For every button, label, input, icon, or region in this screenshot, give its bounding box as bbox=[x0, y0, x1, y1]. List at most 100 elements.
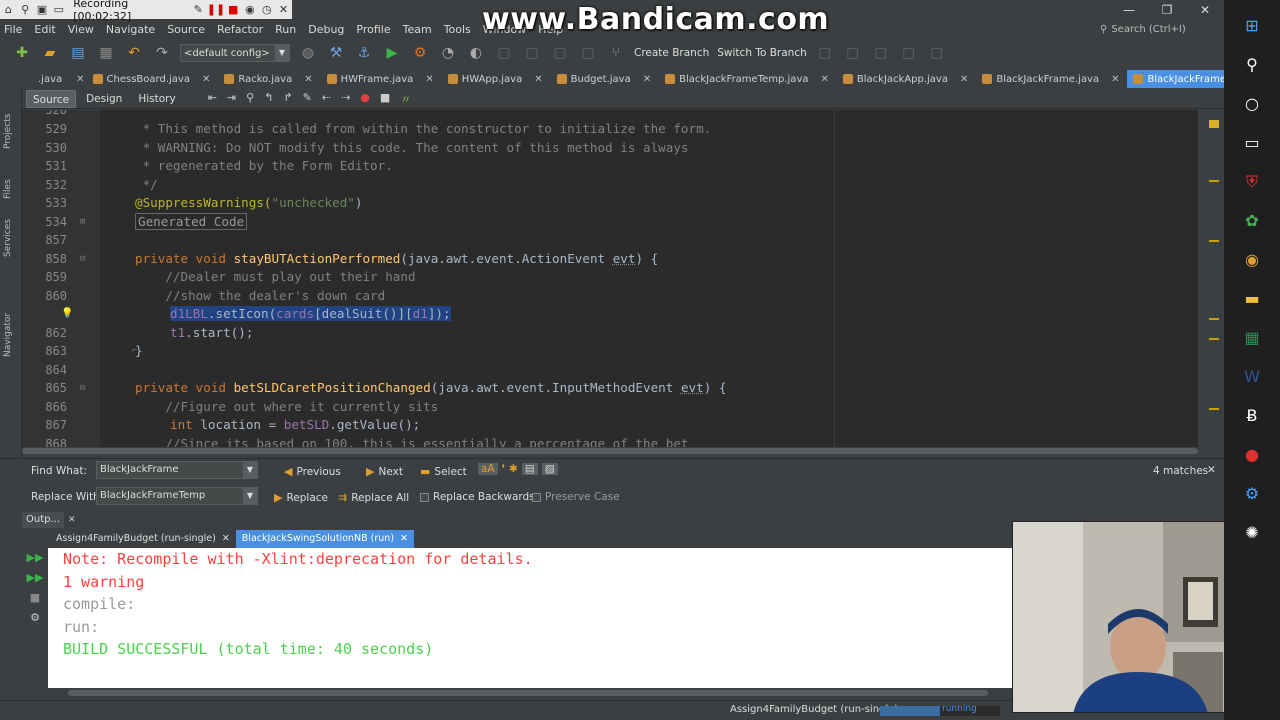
menu-debug[interactable]: Debug bbox=[308, 23, 344, 36]
shift-right-icon[interactable]: ⇢ bbox=[341, 91, 350, 107]
pause-icon[interactable]: ❚❚ bbox=[207, 3, 225, 16]
output-tab[interactable]: Outp... bbox=[22, 512, 65, 528]
git-action-icon-3[interactable]: ▢ bbox=[871, 43, 891, 63]
home-icon[interactable]: ⌂ bbox=[0, 3, 17, 16]
menu-refactor[interactable]: Refactor bbox=[217, 23, 263, 36]
open-project-icon[interactable]: ▤ bbox=[68, 43, 88, 63]
minimize-icon[interactable]: — bbox=[1110, 0, 1148, 20]
code-editor[interactable]: 528 529 * This method is called from wit… bbox=[22, 110, 1198, 447]
editor-tab[interactable]: BlackJackFrameTemp.java ✕ bbox=[659, 70, 837, 88]
close-icon[interactable]: ✕ bbox=[1111, 74, 1119, 85]
restore-icon[interactable]: ❐ bbox=[1148, 0, 1186, 20]
fold-icon[interactable]: ⊟ bbox=[80, 379, 85, 398]
blank-icon-2[interactable]: ▢ bbox=[522, 43, 542, 63]
lightbulb-icon[interactable]: 💡 bbox=[61, 305, 73, 324]
git-action-icon-2[interactable]: ▢ bbox=[843, 43, 863, 63]
cortana-icon[interactable]: ○ bbox=[1224, 84, 1280, 123]
antivirus-icon[interactable]: ⛨ bbox=[1224, 162, 1280, 201]
stop-icon[interactable]: ■ bbox=[225, 3, 242, 16]
source-tab[interactable]: Source bbox=[26, 89, 77, 108]
output-console[interactable]: Note: Recompile with -Xlint:deprecation … bbox=[48, 548, 1012, 688]
create-branch-button[interactable]: Create Branch bbox=[634, 47, 709, 59]
editor-tab[interactable]: BlackJackApp.java ✕ bbox=[837, 70, 976, 88]
excel-icon[interactable]: ▦ bbox=[1224, 318, 1280, 357]
checkbox[interactable] bbox=[420, 492, 429, 502]
history-tab[interactable]: History bbox=[132, 90, 181, 108]
occurrence-marker[interactable] bbox=[1209, 408, 1219, 410]
close-icon[interactable]: ✕ bbox=[534, 74, 542, 85]
editor-tab[interactable]: HWApp.java ✕ bbox=[442, 70, 551, 88]
save-all-icon[interactable]: ▦ bbox=[96, 43, 116, 63]
replace-all-button[interactable]: ⇉ Replace All bbox=[338, 491, 409, 504]
blank-icon[interactable]: ▢ bbox=[494, 43, 514, 63]
close-recorder-icon[interactable]: ✕ bbox=[275, 3, 292, 16]
git-action-icon-5[interactable]: ▢ bbox=[927, 43, 947, 63]
back-icon[interactable]: ⇤ bbox=[208, 91, 217, 107]
generated-code-fold[interactable]: Generated Code bbox=[135, 212, 248, 230]
scroll-thumb[interactable] bbox=[68, 690, 988, 696]
new-project-icon[interactable]: ▰ bbox=[40, 43, 60, 63]
replace-input[interactable]: BlackJackFrameTemp ▼ bbox=[96, 487, 258, 505]
close-icon[interactable]: ✕ bbox=[643, 74, 651, 85]
run-icon[interactable]: ▶ bbox=[382, 43, 402, 63]
editor-tab[interactable]: Racko.java ✕ bbox=[218, 70, 320, 88]
editor-tab[interactable]: Budget.java ✕ bbox=[551, 70, 660, 88]
menu-run[interactable]: Run bbox=[275, 23, 296, 36]
undo-icon[interactable]: ↶ bbox=[124, 43, 144, 63]
previous-button[interactable]: ◀ Previous bbox=[284, 465, 341, 478]
menu-navigate[interactable]: Navigate bbox=[106, 23, 155, 36]
fold-icon[interactable]: ⊟ bbox=[80, 250, 85, 269]
close-icon[interactable]: ✕ bbox=[68, 515, 76, 525]
occurrence-marker[interactable] bbox=[1209, 318, 1219, 320]
recorder-icon[interactable]: ● bbox=[1224, 435, 1280, 474]
git-action-icon-4[interactable]: ▢ bbox=[899, 43, 919, 63]
checkbox[interactable] bbox=[532, 492, 541, 502]
occurrence-marker[interactable] bbox=[1209, 180, 1219, 182]
editor-tab[interactable]: ✕ ChessBoard.java ✕ bbox=[70, 70, 218, 88]
wrap-icon[interactable]: ▧ bbox=[541, 463, 558, 475]
chrome-icon[interactable]: ◉ bbox=[1224, 240, 1280, 279]
forward-icon[interactable]: ⇥ bbox=[227, 91, 236, 107]
menu-source[interactable]: Source bbox=[167, 23, 205, 36]
new-file-icon[interactable]: ✚ bbox=[12, 43, 32, 63]
profile-icon[interactable]: ◔ bbox=[438, 43, 458, 63]
menu-file[interactable]: File bbox=[4, 23, 22, 36]
photos-icon[interactable]: ✿ bbox=[1224, 201, 1280, 240]
bitcoin-icon[interactable]: Ƀ bbox=[1224, 396, 1280, 435]
menu-team[interactable]: Team bbox=[403, 23, 432, 36]
chevron-down-icon[interactable]: ▼ bbox=[243, 488, 257, 504]
next-occurrence-icon[interactable]: ↱ bbox=[283, 91, 292, 107]
blank-icon-3[interactable]: ▢ bbox=[550, 43, 570, 63]
close-icon[interactable]: ✕ bbox=[304, 74, 312, 85]
replace-backwards-checkbox[interactable]: Replace Backwards bbox=[420, 491, 535, 503]
menu-profile[interactable]: Profile bbox=[356, 23, 390, 36]
close-icon[interactable]: ✕ bbox=[222, 530, 230, 548]
globe-icon[interactable]: ◍ bbox=[298, 43, 318, 63]
whole-words-icon[interactable]: ❜ bbox=[502, 463, 505, 475]
shift-left-icon[interactable]: ⇠ bbox=[322, 91, 331, 107]
occurrence-marker[interactable] bbox=[1209, 338, 1219, 340]
error-stripe[interactable] bbox=[1198, 110, 1224, 455]
config-select[interactable]: <default config> ▼ bbox=[180, 44, 290, 62]
preserve-case-checkbox[interactable]: Preserve Case bbox=[532, 491, 620, 503]
select-button[interactable]: ▬ Select bbox=[420, 465, 467, 478]
netbeans-icon[interactable]: ✺ bbox=[1224, 513, 1280, 552]
running-task[interactable]: Assign4FamilyBudget (run-single) bbox=[730, 704, 898, 715]
fold-icon[interactable]: ⊞ bbox=[80, 213, 85, 232]
navigator-tab[interactable]: Navigator bbox=[3, 313, 13, 357]
pencil-icon[interactable]: ✎ bbox=[190, 3, 207, 16]
find-icon[interactable]: ⚲ bbox=[246, 91, 254, 107]
windows-start-icon[interactable]: ⊞ bbox=[1224, 6, 1280, 45]
output-run-tab-active[interactable]: BlackJackSwingSolutionNB (run) ✕ bbox=[235, 530, 414, 548]
close-icon[interactable]: ✕ bbox=[960, 74, 968, 85]
design-tab[interactable]: Design bbox=[80, 90, 128, 108]
match-case-icon[interactable]: aA bbox=[478, 463, 498, 475]
output-run-tab[interactable]: Assign4FamilyBudget (run-single) ✕ bbox=[50, 530, 236, 548]
rerun-with-params-icon[interactable]: ▶▶ bbox=[22, 568, 48, 588]
comment-icon[interactable]: 〃 bbox=[400, 91, 411, 107]
prev-occurrence-icon[interactable]: ↰ bbox=[264, 91, 273, 107]
next-button[interactable]: ▶ Next bbox=[366, 465, 403, 478]
rerun-icon[interactable]: ▶▶ bbox=[22, 548, 48, 568]
ide-search[interactable]: ⚲ Search (Ctrl+I) bbox=[1100, 21, 1230, 37]
word-icon[interactable]: W bbox=[1224, 357, 1280, 396]
